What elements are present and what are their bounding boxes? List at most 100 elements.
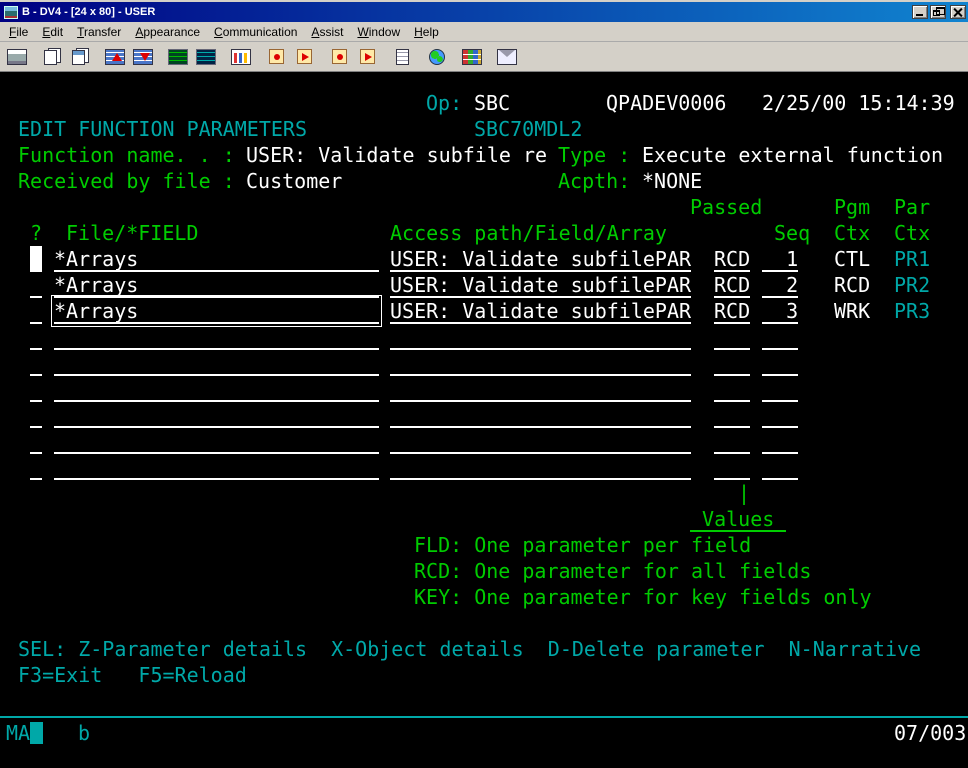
clipboard-button[interactable] <box>389 44 415 70</box>
received-by-label: Received by file : <box>18 168 235 194</box>
file-field-row1[interactable]: *Arrays <box>54 246 379 272</box>
sel-header: ? <box>30 220 42 246</box>
paste-button[interactable] <box>67 44 93 70</box>
seq-field-row9[interactable] <box>762 454 798 480</box>
sel-field-row5[interactable] <box>30 350 42 376</box>
file-field-row7[interactable] <box>54 402 379 428</box>
copy-button[interactable] <box>39 44 65 70</box>
passed-field-row7[interactable] <box>714 402 750 428</box>
passed-field-row1[interactable]: RCD <box>714 246 750 272</box>
send-file-icon <box>105 49 125 65</box>
seq-field-row8[interactable] <box>762 428 798 454</box>
values-title: Values <box>690 506 786 532</box>
web-browser-icon <box>429 49 445 65</box>
new-session-button[interactable] <box>193 44 219 70</box>
menubar: FileEditTransferAppearanceCommunicationA… <box>0 22 968 42</box>
file-field-row3[interactable]: *Arrays <box>54 298 379 324</box>
date-time: 2/25/00 15:14:39 <box>762 90 955 116</box>
print-button[interactable] <box>4 44 30 70</box>
seq-field-row4[interactable] <box>762 324 798 350</box>
seq-header: Seq <box>774 220 810 246</box>
file-field-row9[interactable] <box>54 454 379 480</box>
close-button[interactable] <box>950 5 966 19</box>
restore-icon <box>933 10 940 16</box>
access-field-row9[interactable] <box>390 454 691 480</box>
menu-item-window[interactable]: Window <box>350 23 407 41</box>
passed-field-row3[interactable]: RCD <box>714 298 750 324</box>
sel-field-row2[interactable] <box>30 272 42 298</box>
send-file-button[interactable] <box>102 44 128 70</box>
passed-field-row9[interactable] <box>714 454 750 480</box>
menu-item-transfer[interactable]: Transfer <box>70 23 128 41</box>
access-field-row2[interactable]: USER: Validate subfilePAR <box>390 272 691 298</box>
par-ctx-header: Ctx <box>894 220 930 246</box>
file-field-row8[interactable] <box>54 428 379 454</box>
screen-title: EDIT FUNCTION PARAMETERS <box>18 116 307 142</box>
receive-file-button[interactable] <box>130 44 156 70</box>
menu-item-file[interactable]: File <box>2 23 35 41</box>
access-field-row3[interactable]: USER: Validate subfilePAR <box>390 298 691 324</box>
play-macro-button[interactable] <box>291 44 317 70</box>
passed-field-row5[interactable] <box>714 350 750 376</box>
par-ctx-row3: PR3 <box>894 298 930 324</box>
seq-field-row5[interactable] <box>762 350 798 376</box>
seq-field-row1[interactable]: 1 <box>762 246 798 272</box>
passed-field-row4[interactable] <box>714 324 750 350</box>
close-icon <box>954 8 962 17</box>
restore-button[interactable] <box>930 5 946 19</box>
quick-record-button[interactable] <box>326 44 352 70</box>
sel-field-row4[interactable] <box>30 324 42 350</box>
values-pointer: | <box>738 480 750 506</box>
passed-field-row2[interactable]: RCD <box>714 272 750 298</box>
web-browser-button[interactable] <box>424 44 450 70</box>
legend-key: KEY: One parameter for key fields only <box>414 584 872 610</box>
type-value: Execute external function <box>642 142 943 168</box>
minimize-button[interactable] <box>912 5 928 19</box>
access-field-row8[interactable] <box>390 428 691 454</box>
terminal-screen[interactable]: MA b 07/003 Op:SBCQPADEV00062/25/00 15:1… <box>0 72 968 768</box>
menu-item-appearance[interactable]: Appearance <box>128 23 207 41</box>
graph-button[interactable] <box>228 44 254 70</box>
menu-item-communication[interactable]: Communication <box>207 23 304 41</box>
oia-shift-indicator: b <box>78 720 90 746</box>
titlebar[interactable]: B - DV4 - [24 x 80] - USER <box>0 2 968 22</box>
access-field-row1[interactable]: USER: Validate subfilePAR <box>390 246 691 272</box>
receive-file-icon <box>133 49 153 65</box>
sel-field-row7[interactable] <box>30 402 42 428</box>
record-macro-button[interactable] <box>263 44 289 70</box>
menu-item-edit[interactable]: Edit <box>35 23 70 41</box>
sel-field-row9[interactable] <box>30 454 42 480</box>
passed-field-row6[interactable] <box>714 376 750 402</box>
sel-field-row3[interactable] <box>30 298 42 324</box>
access-field-row4[interactable] <box>390 324 691 350</box>
file-field-row5[interactable] <box>54 350 379 376</box>
file-field-row4[interactable] <box>54 324 379 350</box>
keypad-button[interactable] <box>459 44 485 70</box>
seq-field-row6[interactable] <box>762 376 798 402</box>
toolbar <box>0 42 968 72</box>
file-field-row6[interactable] <box>54 376 379 402</box>
access-field-row7[interactable] <box>390 402 691 428</box>
access-field-row5[interactable] <box>390 350 691 376</box>
passed-field-row8[interactable] <box>714 428 750 454</box>
display-session-button[interactable] <box>165 44 191 70</box>
new-session-icon <box>196 49 216 65</box>
menu-item-assist[interactable]: Assist <box>304 23 350 41</box>
file-field-row2[interactable]: *Arrays <box>54 272 379 298</box>
seq-field-row2[interactable]: 2 <box>762 272 798 298</box>
seq-field-row7[interactable] <box>762 402 798 428</box>
pgm-header: Pgm <box>834 194 870 220</box>
window-controls <box>912 5 966 19</box>
menu-item-help[interactable]: Help <box>407 23 446 41</box>
sel-field-row8[interactable] <box>30 428 42 454</box>
sel-field-row6[interactable] <box>30 376 42 402</box>
seq-field-row3[interactable]: 3 <box>762 298 798 324</box>
message-button[interactable] <box>494 44 520 70</box>
legend-fld: FLD: One parameter per field <box>414 532 751 558</box>
access-field-row6[interactable] <box>390 376 691 402</box>
quick-play-button[interactable] <box>354 44 380 70</box>
op-label: Op: <box>426 90 462 116</box>
clipboard-icon <box>396 49 409 65</box>
sel-field-row1-cursor[interactable] <box>30 246 42 272</box>
sel-options: SEL: Z-Parameter details X-Object detail… <box>18 636 921 662</box>
